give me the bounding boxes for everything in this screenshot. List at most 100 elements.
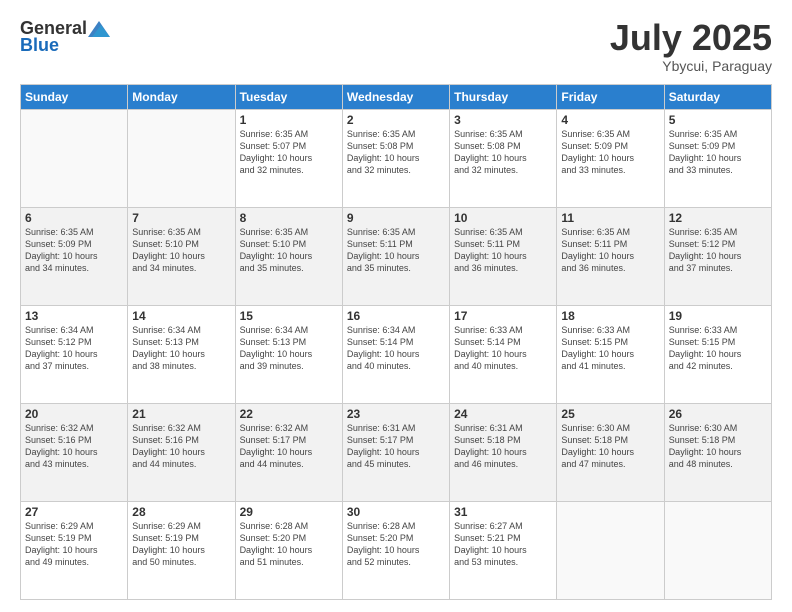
- day-info: Sunrise: 6:28 AM Sunset: 5:20 PM Dayligh…: [240, 520, 338, 569]
- col-thursday: Thursday: [450, 84, 557, 109]
- table-row: 23Sunrise: 6:31 AM Sunset: 5:17 PM Dayli…: [342, 403, 449, 501]
- calendar-week-row: 13Sunrise: 6:34 AM Sunset: 5:12 PM Dayli…: [21, 305, 772, 403]
- day-number: 10: [454, 211, 552, 225]
- table-row: 15Sunrise: 6:34 AM Sunset: 5:13 PM Dayli…: [235, 305, 342, 403]
- day-info: Sunrise: 6:35 AM Sunset: 5:11 PM Dayligh…: [454, 226, 552, 275]
- day-info: Sunrise: 6:33 AM Sunset: 5:14 PM Dayligh…: [454, 324, 552, 373]
- calendar-week-row: 27Sunrise: 6:29 AM Sunset: 5:19 PM Dayli…: [21, 501, 772, 599]
- table-row: 16Sunrise: 6:34 AM Sunset: 5:14 PM Dayli…: [342, 305, 449, 403]
- table-row: 5Sunrise: 6:35 AM Sunset: 5:09 PM Daylig…: [664, 109, 771, 207]
- day-info: Sunrise: 6:35 AM Sunset: 5:11 PM Dayligh…: [561, 226, 659, 275]
- day-info: Sunrise: 6:35 AM Sunset: 5:07 PM Dayligh…: [240, 128, 338, 177]
- table-row: 3Sunrise: 6:35 AM Sunset: 5:08 PM Daylig…: [450, 109, 557, 207]
- logo-blue-text: Blue: [20, 35, 59, 56]
- col-friday: Friday: [557, 84, 664, 109]
- table-row: 26Sunrise: 6:30 AM Sunset: 5:18 PM Dayli…: [664, 403, 771, 501]
- day-info: Sunrise: 6:35 AM Sunset: 5:11 PM Dayligh…: [347, 226, 445, 275]
- col-wednesday: Wednesday: [342, 84, 449, 109]
- day-info: Sunrise: 6:30 AM Sunset: 5:18 PM Dayligh…: [669, 422, 767, 471]
- table-row: 21Sunrise: 6:32 AM Sunset: 5:16 PM Dayli…: [128, 403, 235, 501]
- table-row: [128, 109, 235, 207]
- day-number: 7: [132, 211, 230, 225]
- calendar-week-row: 6Sunrise: 6:35 AM Sunset: 5:09 PM Daylig…: [21, 207, 772, 305]
- table-row: 25Sunrise: 6:30 AM Sunset: 5:18 PM Dayli…: [557, 403, 664, 501]
- table-row: 29Sunrise: 6:28 AM Sunset: 5:20 PM Dayli…: [235, 501, 342, 599]
- month-title: July 2025: [610, 18, 772, 58]
- table-row: 20Sunrise: 6:32 AM Sunset: 5:16 PM Dayli…: [21, 403, 128, 501]
- day-info: Sunrise: 6:35 AM Sunset: 5:09 PM Dayligh…: [669, 128, 767, 177]
- day-info: Sunrise: 6:35 AM Sunset: 5:08 PM Dayligh…: [347, 128, 445, 177]
- day-number: 5: [669, 113, 767, 127]
- day-info: Sunrise: 6:34 AM Sunset: 5:12 PM Dayligh…: [25, 324, 123, 373]
- day-number: 25: [561, 407, 659, 421]
- table-row: 18Sunrise: 6:33 AM Sunset: 5:15 PM Dayli…: [557, 305, 664, 403]
- day-info: Sunrise: 6:35 AM Sunset: 5:10 PM Dayligh…: [240, 226, 338, 275]
- day-info: Sunrise: 6:32 AM Sunset: 5:16 PM Dayligh…: [25, 422, 123, 471]
- day-number: 26: [669, 407, 767, 421]
- day-info: Sunrise: 6:34 AM Sunset: 5:14 PM Dayligh…: [347, 324, 445, 373]
- day-number: 21: [132, 407, 230, 421]
- day-info: Sunrise: 6:35 AM Sunset: 5:10 PM Dayligh…: [132, 226, 230, 275]
- page: General Blue July 2025 Ybycui, Paraguay …: [0, 0, 792, 612]
- table-row: 17Sunrise: 6:33 AM Sunset: 5:14 PM Dayli…: [450, 305, 557, 403]
- table-row: 30Sunrise: 6:28 AM Sunset: 5:20 PM Dayli…: [342, 501, 449, 599]
- day-info: Sunrise: 6:35 AM Sunset: 5:09 PM Dayligh…: [25, 226, 123, 275]
- day-info: Sunrise: 6:32 AM Sunset: 5:16 PM Dayligh…: [132, 422, 230, 471]
- day-info: Sunrise: 6:35 AM Sunset: 5:12 PM Dayligh…: [669, 226, 767, 275]
- day-number: 17: [454, 309, 552, 323]
- day-number: 6: [25, 211, 123, 225]
- table-row: [557, 501, 664, 599]
- day-number: 24: [454, 407, 552, 421]
- day-info: Sunrise: 6:33 AM Sunset: 5:15 PM Dayligh…: [561, 324, 659, 373]
- table-row: 1Sunrise: 6:35 AM Sunset: 5:07 PM Daylig…: [235, 109, 342, 207]
- table-row: 27Sunrise: 6:29 AM Sunset: 5:19 PM Dayli…: [21, 501, 128, 599]
- day-number: 23: [347, 407, 445, 421]
- day-number: 22: [240, 407, 338, 421]
- day-info: Sunrise: 6:34 AM Sunset: 5:13 PM Dayligh…: [132, 324, 230, 373]
- table-row: 31Sunrise: 6:27 AM Sunset: 5:21 PM Dayli…: [450, 501, 557, 599]
- day-number: 20: [25, 407, 123, 421]
- day-number: 15: [240, 309, 338, 323]
- table-row: 6Sunrise: 6:35 AM Sunset: 5:09 PM Daylig…: [21, 207, 128, 305]
- day-info: Sunrise: 6:27 AM Sunset: 5:21 PM Dayligh…: [454, 520, 552, 569]
- day-number: 28: [132, 505, 230, 519]
- table-row: 11Sunrise: 6:35 AM Sunset: 5:11 PM Dayli…: [557, 207, 664, 305]
- table-row: 10Sunrise: 6:35 AM Sunset: 5:11 PM Dayli…: [450, 207, 557, 305]
- day-number: 13: [25, 309, 123, 323]
- table-row: 24Sunrise: 6:31 AM Sunset: 5:18 PM Dayli…: [450, 403, 557, 501]
- day-info: Sunrise: 6:29 AM Sunset: 5:19 PM Dayligh…: [25, 520, 123, 569]
- table-row: 22Sunrise: 6:32 AM Sunset: 5:17 PM Dayli…: [235, 403, 342, 501]
- day-number: 18: [561, 309, 659, 323]
- day-number: 4: [561, 113, 659, 127]
- day-number: 12: [669, 211, 767, 225]
- table-row: 19Sunrise: 6:33 AM Sunset: 5:15 PM Dayli…: [664, 305, 771, 403]
- day-info: Sunrise: 6:34 AM Sunset: 5:13 PM Dayligh…: [240, 324, 338, 373]
- table-row: 28Sunrise: 6:29 AM Sunset: 5:19 PM Dayli…: [128, 501, 235, 599]
- calendar-week-row: 1Sunrise: 6:35 AM Sunset: 5:07 PM Daylig…: [21, 109, 772, 207]
- table-row: [21, 109, 128, 207]
- logo: General Blue: [20, 18, 112, 56]
- table-row: 12Sunrise: 6:35 AM Sunset: 5:12 PM Dayli…: [664, 207, 771, 305]
- day-number: 2: [347, 113, 445, 127]
- day-number: 19: [669, 309, 767, 323]
- logo-icon: [88, 21, 110, 37]
- day-number: 31: [454, 505, 552, 519]
- table-row: 2Sunrise: 6:35 AM Sunset: 5:08 PM Daylig…: [342, 109, 449, 207]
- day-info: Sunrise: 6:31 AM Sunset: 5:18 PM Dayligh…: [454, 422, 552, 471]
- day-number: 3: [454, 113, 552, 127]
- table-row: [664, 501, 771, 599]
- col-saturday: Saturday: [664, 84, 771, 109]
- day-info: Sunrise: 6:31 AM Sunset: 5:17 PM Dayligh…: [347, 422, 445, 471]
- day-info: Sunrise: 6:28 AM Sunset: 5:20 PM Dayligh…: [347, 520, 445, 569]
- day-info: Sunrise: 6:29 AM Sunset: 5:19 PM Dayligh…: [132, 520, 230, 569]
- table-row: 13Sunrise: 6:34 AM Sunset: 5:12 PM Dayli…: [21, 305, 128, 403]
- table-row: 9Sunrise: 6:35 AM Sunset: 5:11 PM Daylig…: [342, 207, 449, 305]
- day-number: 30: [347, 505, 445, 519]
- table-row: 7Sunrise: 6:35 AM Sunset: 5:10 PM Daylig…: [128, 207, 235, 305]
- calendar-header-row: Sunday Monday Tuesday Wednesday Thursday…: [21, 84, 772, 109]
- day-info: Sunrise: 6:33 AM Sunset: 5:15 PM Dayligh…: [669, 324, 767, 373]
- location-subtitle: Ybycui, Paraguay: [610, 58, 772, 74]
- col-tuesday: Tuesday: [235, 84, 342, 109]
- day-number: 14: [132, 309, 230, 323]
- day-number: 27: [25, 505, 123, 519]
